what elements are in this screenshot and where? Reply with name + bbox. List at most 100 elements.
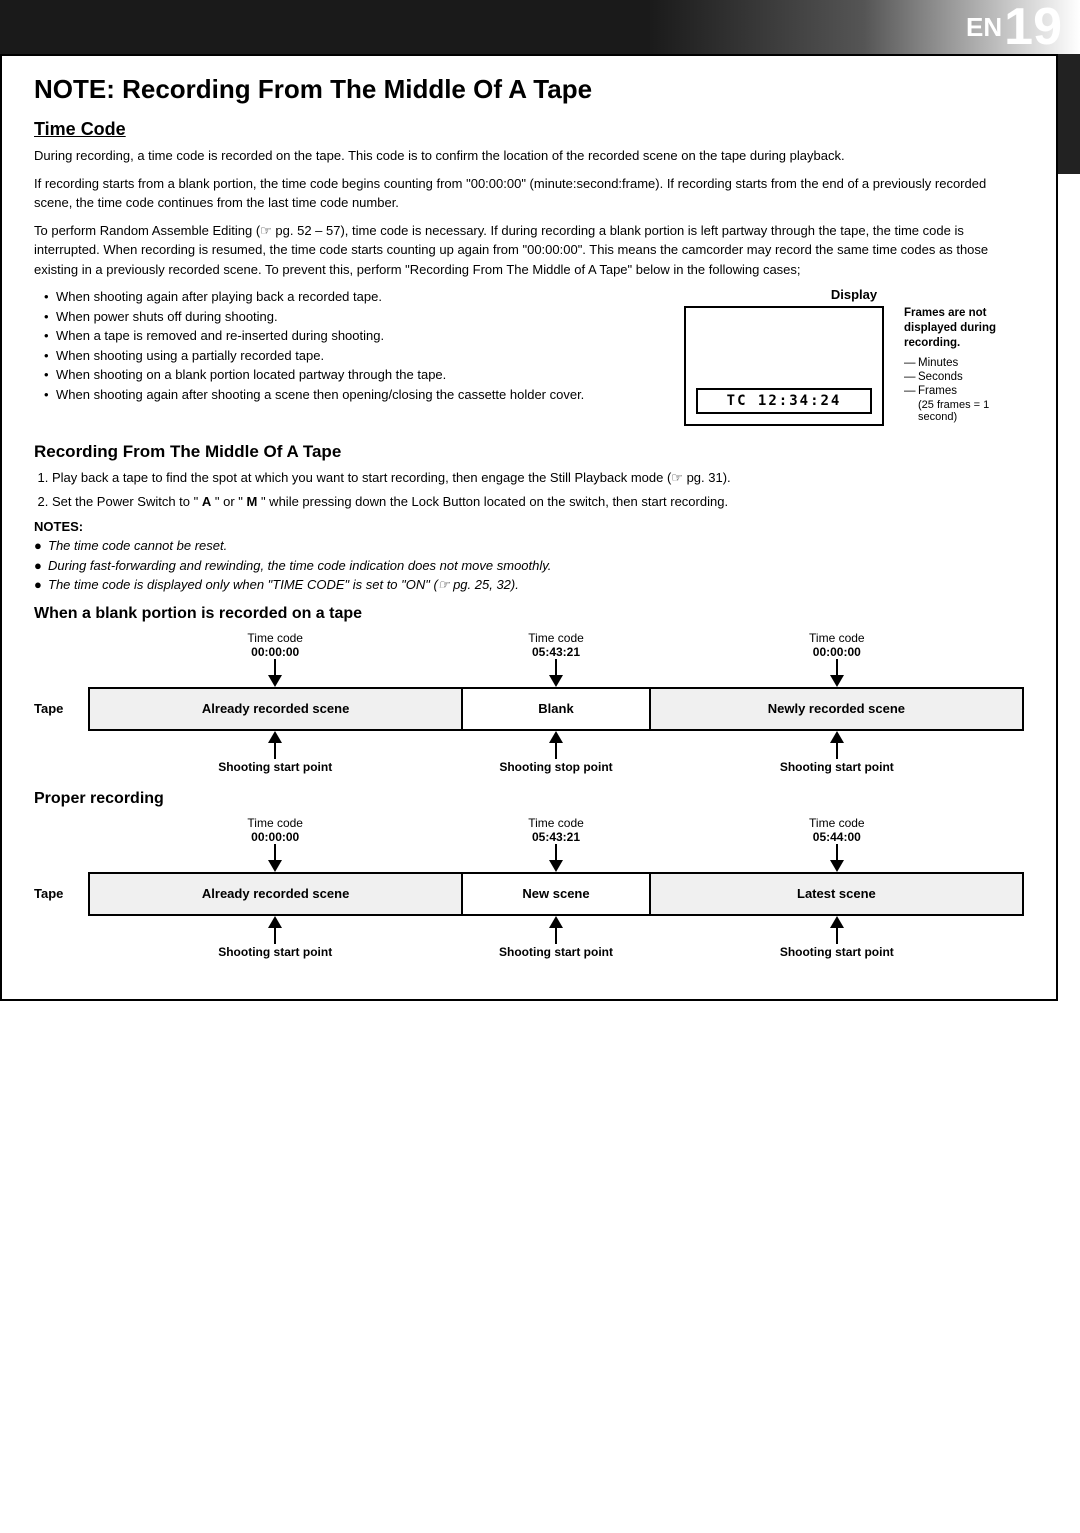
proper-seg-already: Already recorded scene <box>90 874 463 914</box>
blank-shoot-label-2: Shooting stop point <box>462 759 649 774</box>
bullet-2: When power shuts off during shooting. <box>44 307 660 327</box>
proper-tape-bar: Already recorded scene New scene Latest … <box>88 872 1024 916</box>
blank-portion-section: When a blank portion is recorded on a ta… <box>34 605 1024 774</box>
proper-tc-value-1: 00:00:00 <box>88 830 462 844</box>
blank-arrow-below-3 <box>650 731 1024 759</box>
blank-arrow-above-2 <box>462 659 649 687</box>
arrow-up-2 <box>549 731 563 759</box>
proper-tape-bar-row: Tape Already recorded scene New scene La… <box>34 872 1024 916</box>
proper-tc-label-1: Time code <box>88 816 462 830</box>
bullet-list: When shooting again after playing back a… <box>44 287 660 404</box>
proper-arrow-down-2 <box>549 844 563 872</box>
annotation-minutes: Minutes <box>904 357 1024 369</box>
note-1: The time code cannot be reset. <box>34 536 1024 556</box>
blank-arrow-below-2 <box>462 731 649 759</box>
blank-seg-blank: Blank <box>463 689 651 729</box>
notes-title: NOTES: <box>34 519 1024 534</box>
proper-arrow-down-1 <box>268 844 282 872</box>
annotation-seconds: Seconds <box>904 371 1024 383</box>
page-title: NOTE: Recording From The Middle Of A Tap… <box>34 74 1024 105</box>
proper-arrows-above <box>34 844 1024 872</box>
proper-recording-section: Proper recording Time code 00:00:00 Time… <box>34 790 1024 959</box>
blank-seg-newly: Newly recorded scene <box>651 689 1022 729</box>
arrow-up-1 <box>268 731 282 759</box>
proper-arrow-down-3 <box>830 844 844 872</box>
display-diagram-column: Display TC 12:34:24 Frames are not displ… <box>684 287 1024 426</box>
annotation-frames: Frames <box>904 385 1024 397</box>
proper-arrow-below-1 <box>88 916 462 944</box>
proper-arrow-up-1 <box>268 916 282 944</box>
proper-shoot-label-2: Shooting start point <box>462 944 649 959</box>
notes-list: The time code cannot be reset. During fa… <box>34 536 1024 595</box>
proper-arrow-up-2 <box>549 916 563 944</box>
blank-arrows-above <box>34 659 1024 687</box>
time-code-para3: To perform Random Assemble Editing (☞ pg… <box>34 221 1024 280</box>
time-code-para1: During recording, a time code is recorde… <box>34 146 1024 166</box>
tc-code: TC 12:34:24 <box>696 388 872 414</box>
proper-arrow-up-3 <box>830 916 844 944</box>
proper-tc-label-2: Time code <box>462 816 649 830</box>
blank-seg-already: Already recorded scene <box>90 689 463 729</box>
step-1: Play back a tape to find the spot at whi… <box>52 468 1024 488</box>
bullet-6: When shooting again after shooting a sce… <box>44 385 660 405</box>
blank-tape-bar: Already recorded scene Blank Newly recor… <box>88 687 1024 731</box>
blank-shoot-label-1: Shooting start point <box>88 759 462 774</box>
arrow-down-1 <box>268 659 282 687</box>
arrow-up-3 <box>830 731 844 759</box>
proper-arrow-below-3 <box>650 916 1024 944</box>
proper-arrow-above-2 <box>462 844 649 872</box>
tc-display-box: TC 12:34:24 <box>684 306 884 426</box>
proper-arrow-above-3 <box>650 844 1024 872</box>
bullet-1: When shooting again after playing back a… <box>44 287 660 307</box>
tc-display-box-wrapper: TC 12:34:24 <box>684 306 884 426</box>
blank-tape-bar-row: Tape Already recorded scene Blank Newly … <box>34 687 1024 731</box>
blank-arrow-above-1 <box>88 659 462 687</box>
proper-shoot-label-1: Shooting start point <box>88 944 462 959</box>
arrow-down-3 <box>830 659 844 687</box>
blank-shoot-label-3: Shooting start point <box>650 759 1024 774</box>
bullet-3: When a tape is removed and re-inserted d… <box>44 326 660 346</box>
proper-tc-label-3: Time code <box>650 816 1024 830</box>
blank-tc-label-3: Time code <box>650 631 1024 645</box>
blank-tc-row: Time code 00:00:00 Time code 05:43:21 Ti… <box>34 631 1024 659</box>
display-label: Display <box>684 287 1024 302</box>
blank-arrow-below-1 <box>88 731 462 759</box>
proper-tc-cell-3: Time code 05:44:00 <box>650 816 1024 844</box>
main-content: NOTE: Recording From The Middle Of A Tap… <box>0 54 1058 1001</box>
blank-tc-value-1: 00:00:00 <box>88 645 462 659</box>
proper-tc-row: Time code 00:00:00 Time code 05:43:21 Ti… <box>34 816 1024 844</box>
proper-tc-value-2: 05:43:21 <box>462 830 649 844</box>
tc-display-inner: TC 12:34:24 <box>696 388 872 414</box>
blank-portion-title: When a blank portion is recorded on a ta… <box>34 605 1024 623</box>
en-prefix: EN <box>966 12 1002 43</box>
page-number: 19 <box>1004 1 1062 53</box>
recording-middle-title: Recording From The Middle Of A Tape <box>34 442 1024 462</box>
right-sidebar-bar <box>1058 54 1080 174</box>
blank-shoot-labels: Shooting start point Shooting stop point… <box>34 759 1024 774</box>
bullet-5: When shooting on a blank portion located… <box>44 365 660 385</box>
note-3: The time code is displayed only when "TI… <box>34 575 1024 595</box>
blank-tc-label-1: Time code <box>88 631 462 645</box>
proper-arrow-above-1 <box>88 844 462 872</box>
arrow-down-2 <box>549 659 563 687</box>
bullets-column: When shooting again after playing back a… <box>34 287 660 426</box>
time-code-content: When shooting again after playing back a… <box>34 287 1024 426</box>
proper-shoot-label-3: Shooting start point <box>650 944 1024 959</box>
blank-tape-label: Tape <box>34 701 88 716</box>
frames-not-displayed: Frames are not displayed during recordin… <box>904 306 1024 351</box>
proper-shoot-labels: Shooting start point Shooting start poin… <box>34 944 1024 959</box>
proper-tc-cell-1: Time code 00:00:00 <box>88 816 462 844</box>
time-code-section-title: Time Code <box>34 119 1024 140</box>
steps-list: Play back a tape to find the spot at whi… <box>34 468 1024 511</box>
step-2: Set the Power Switch to " A " or " M " w… <box>52 492 1024 512</box>
frames-note: (25 frames = 1 second) <box>918 399 1024 423</box>
bullet-4: When shooting using a partially recorded… <box>44 346 660 366</box>
proper-arrow-below-2 <box>462 916 649 944</box>
proper-seg-latest: Latest scene <box>651 874 1022 914</box>
blank-tc-cell-1: Time code 00:00:00 <box>88 631 462 659</box>
proper-tc-value-3: 05:44:00 <box>650 830 1024 844</box>
proper-tc-cell-2: Time code 05:43:21 <box>462 816 649 844</box>
proper-seg-new: New scene <box>463 874 651 914</box>
proper-tape-label: Tape <box>34 886 88 901</box>
blank-tc-label-2: Time code <box>462 631 649 645</box>
